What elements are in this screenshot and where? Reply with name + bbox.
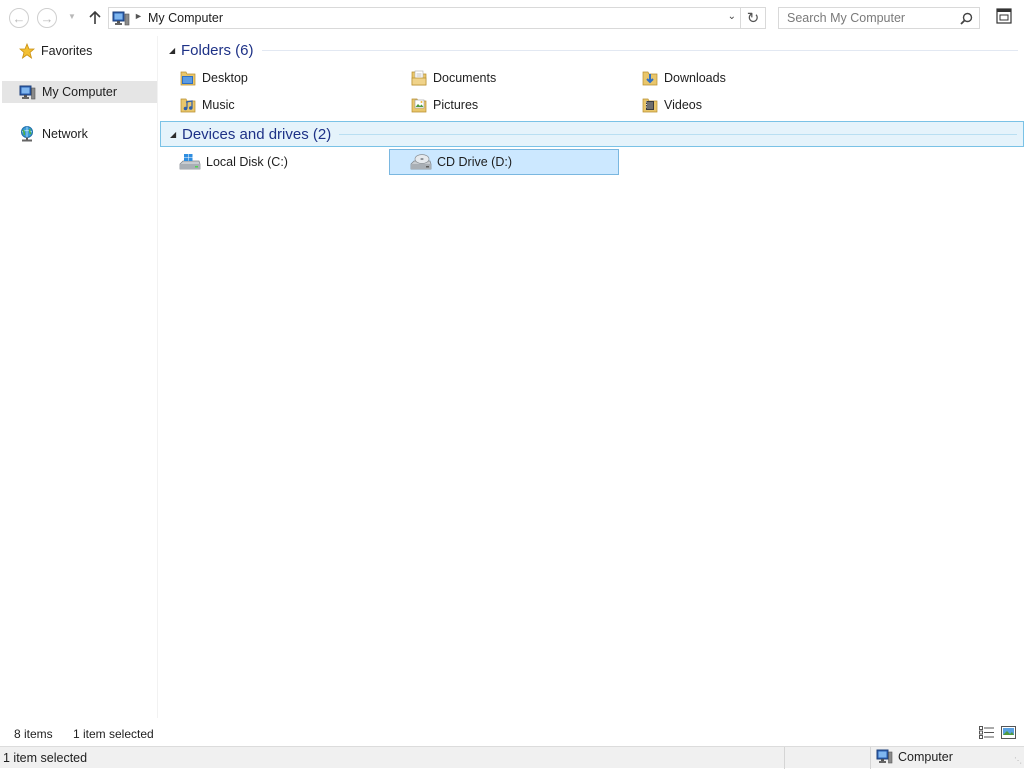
nav-item-network[interactable]: Network bbox=[2, 123, 157, 145]
details-view-button[interactable] bbox=[979, 726, 994, 739]
large-icons-view-button[interactable] bbox=[1001, 726, 1016, 739]
folder-label: Downloads bbox=[664, 71, 726, 85]
bottom-selection-text: 1 item selected bbox=[3, 751, 88, 765]
group-divider bbox=[261, 49, 1018, 51]
search-input[interactable]: Search My Computer bbox=[778, 7, 980, 29]
group-title-folders: Folders (6) bbox=[181, 41, 254, 59]
window-toggle-icon bbox=[996, 8, 1012, 24]
hard-drive-icon bbox=[179, 154, 201, 170]
back-arrow-icon: ← bbox=[12, 10, 26, 26]
breadcrumb-my-computer[interactable]: My Computer bbox=[148, 11, 223, 25]
details-view-icon bbox=[979, 726, 994, 739]
cd-drive-icon bbox=[410, 154, 432, 170]
refresh-button[interactable]: ↻ bbox=[741, 7, 766, 29]
zone-label: Computer bbox=[898, 749, 953, 764]
recent-locations-dropdown[interactable]: ▼ bbox=[66, 11, 78, 23]
strip-divider bbox=[784, 747, 785, 769]
collapse-triangle-icon[interactable]: ◢ bbox=[169, 46, 179, 55]
folder-pictures[interactable]: Pictures bbox=[389, 92, 619, 118]
group-header-devices[interactable]: ◢ Devices and drives (2) bbox=[160, 121, 1024, 147]
folder-label: Documents bbox=[433, 71, 497, 85]
address-dropdown-chevron-icon[interactable]: ⌄ bbox=[728, 11, 736, 22]
drive-local-disk[interactable]: Local Disk (C:) bbox=[158, 149, 388, 175]
status-bar: 8 items 1 item selected bbox=[0, 718, 1024, 746]
folder-music[interactable]: Music bbox=[158, 92, 388, 118]
folder-downloads[interactable]: Downloads bbox=[620, 65, 850, 91]
group-header-folders[interactable]: ◢ Folders (6) bbox=[160, 37, 1024, 63]
nav-label-network: Network bbox=[42, 127, 88, 141]
nav-item-my-computer[interactable]: My Computer bbox=[2, 81, 157, 103]
forward-arrow-icon: → bbox=[40, 10, 54, 26]
window-status-strip: 1 item selected Computer ⋱ bbox=[0, 746, 1024, 769]
drive-cd[interactable]: CD Drive (D:) bbox=[389, 149, 619, 175]
breadcrumb-separator-icon[interactable]: ► bbox=[134, 11, 143, 21]
folder-icon bbox=[411, 98, 427, 113]
folder-icon bbox=[180, 71, 196, 86]
up-arrow-icon bbox=[89, 11, 101, 24]
folder-icon bbox=[642, 98, 658, 113]
folder-icon bbox=[180, 98, 196, 113]
toolbar: ← → ▼ ► My Computer ⌄ ↻ Search My Comput… bbox=[0, 0, 1024, 36]
forward-button[interactable]: → bbox=[37, 8, 57, 28]
content-area: ◢ Folders (6) Desktop Documents Download… bbox=[158, 36, 1024, 718]
collapse-triangle-icon[interactable]: ◢ bbox=[170, 130, 180, 139]
folder-desktop[interactable]: Desktop bbox=[158, 65, 388, 91]
refresh-icon: ↻ bbox=[746, 10, 760, 27]
zone-indicator: Computer bbox=[876, 749, 953, 764]
back-button[interactable]: ← bbox=[9, 8, 29, 28]
nav-label-favorites: Favorites bbox=[41, 44, 93, 58]
drive-label: CD Drive (D:) bbox=[437, 155, 512, 169]
folder-label: Pictures bbox=[433, 98, 479, 112]
magnifier-icon[interactable] bbox=[960, 12, 973, 25]
nav-label-my-computer: My Computer bbox=[42, 85, 118, 99]
navigation-pane: Favorites My Computer Network bbox=[0, 36, 158, 718]
address-bar[interactable]: ► My Computer ⌄ bbox=[108, 7, 741, 29]
folder-icon bbox=[411, 70, 427, 86]
computer-icon bbox=[876, 749, 893, 764]
folder-label: Videos bbox=[664, 98, 702, 112]
drive-label: Local Disk (C:) bbox=[206, 155, 288, 169]
folder-documents[interactable]: Documents bbox=[389, 65, 619, 91]
resize-grip-icon[interactable]: ⋱ bbox=[1014, 757, 1022, 765]
network-icon bbox=[21, 126, 33, 142]
group-title-devices: Devices and drives (2) bbox=[182, 125, 332, 143]
folder-label: Desktop bbox=[202, 71, 248, 85]
folder-icon bbox=[642, 71, 658, 86]
computer-icon bbox=[112, 11, 130, 26]
star-icon bbox=[19, 43, 35, 59]
group-divider bbox=[339, 133, 1017, 135]
status-selection: 1 item selected bbox=[73, 727, 154, 741]
large-icons-view-icon bbox=[1001, 726, 1016, 739]
folder-videos[interactable]: Videos bbox=[620, 92, 850, 118]
computer-icon bbox=[19, 85, 36, 99]
search-placeholder: Search My Computer bbox=[787, 11, 906, 25]
status-item-count: 8 items bbox=[14, 727, 53, 741]
folder-label: Music bbox=[202, 98, 235, 112]
nav-item-favorites[interactable]: Favorites bbox=[2, 40, 157, 62]
strip-divider bbox=[870, 747, 871, 769]
up-button[interactable] bbox=[86, 8, 104, 28]
ribbon-toggle-button[interactable] bbox=[996, 8, 1012, 24]
